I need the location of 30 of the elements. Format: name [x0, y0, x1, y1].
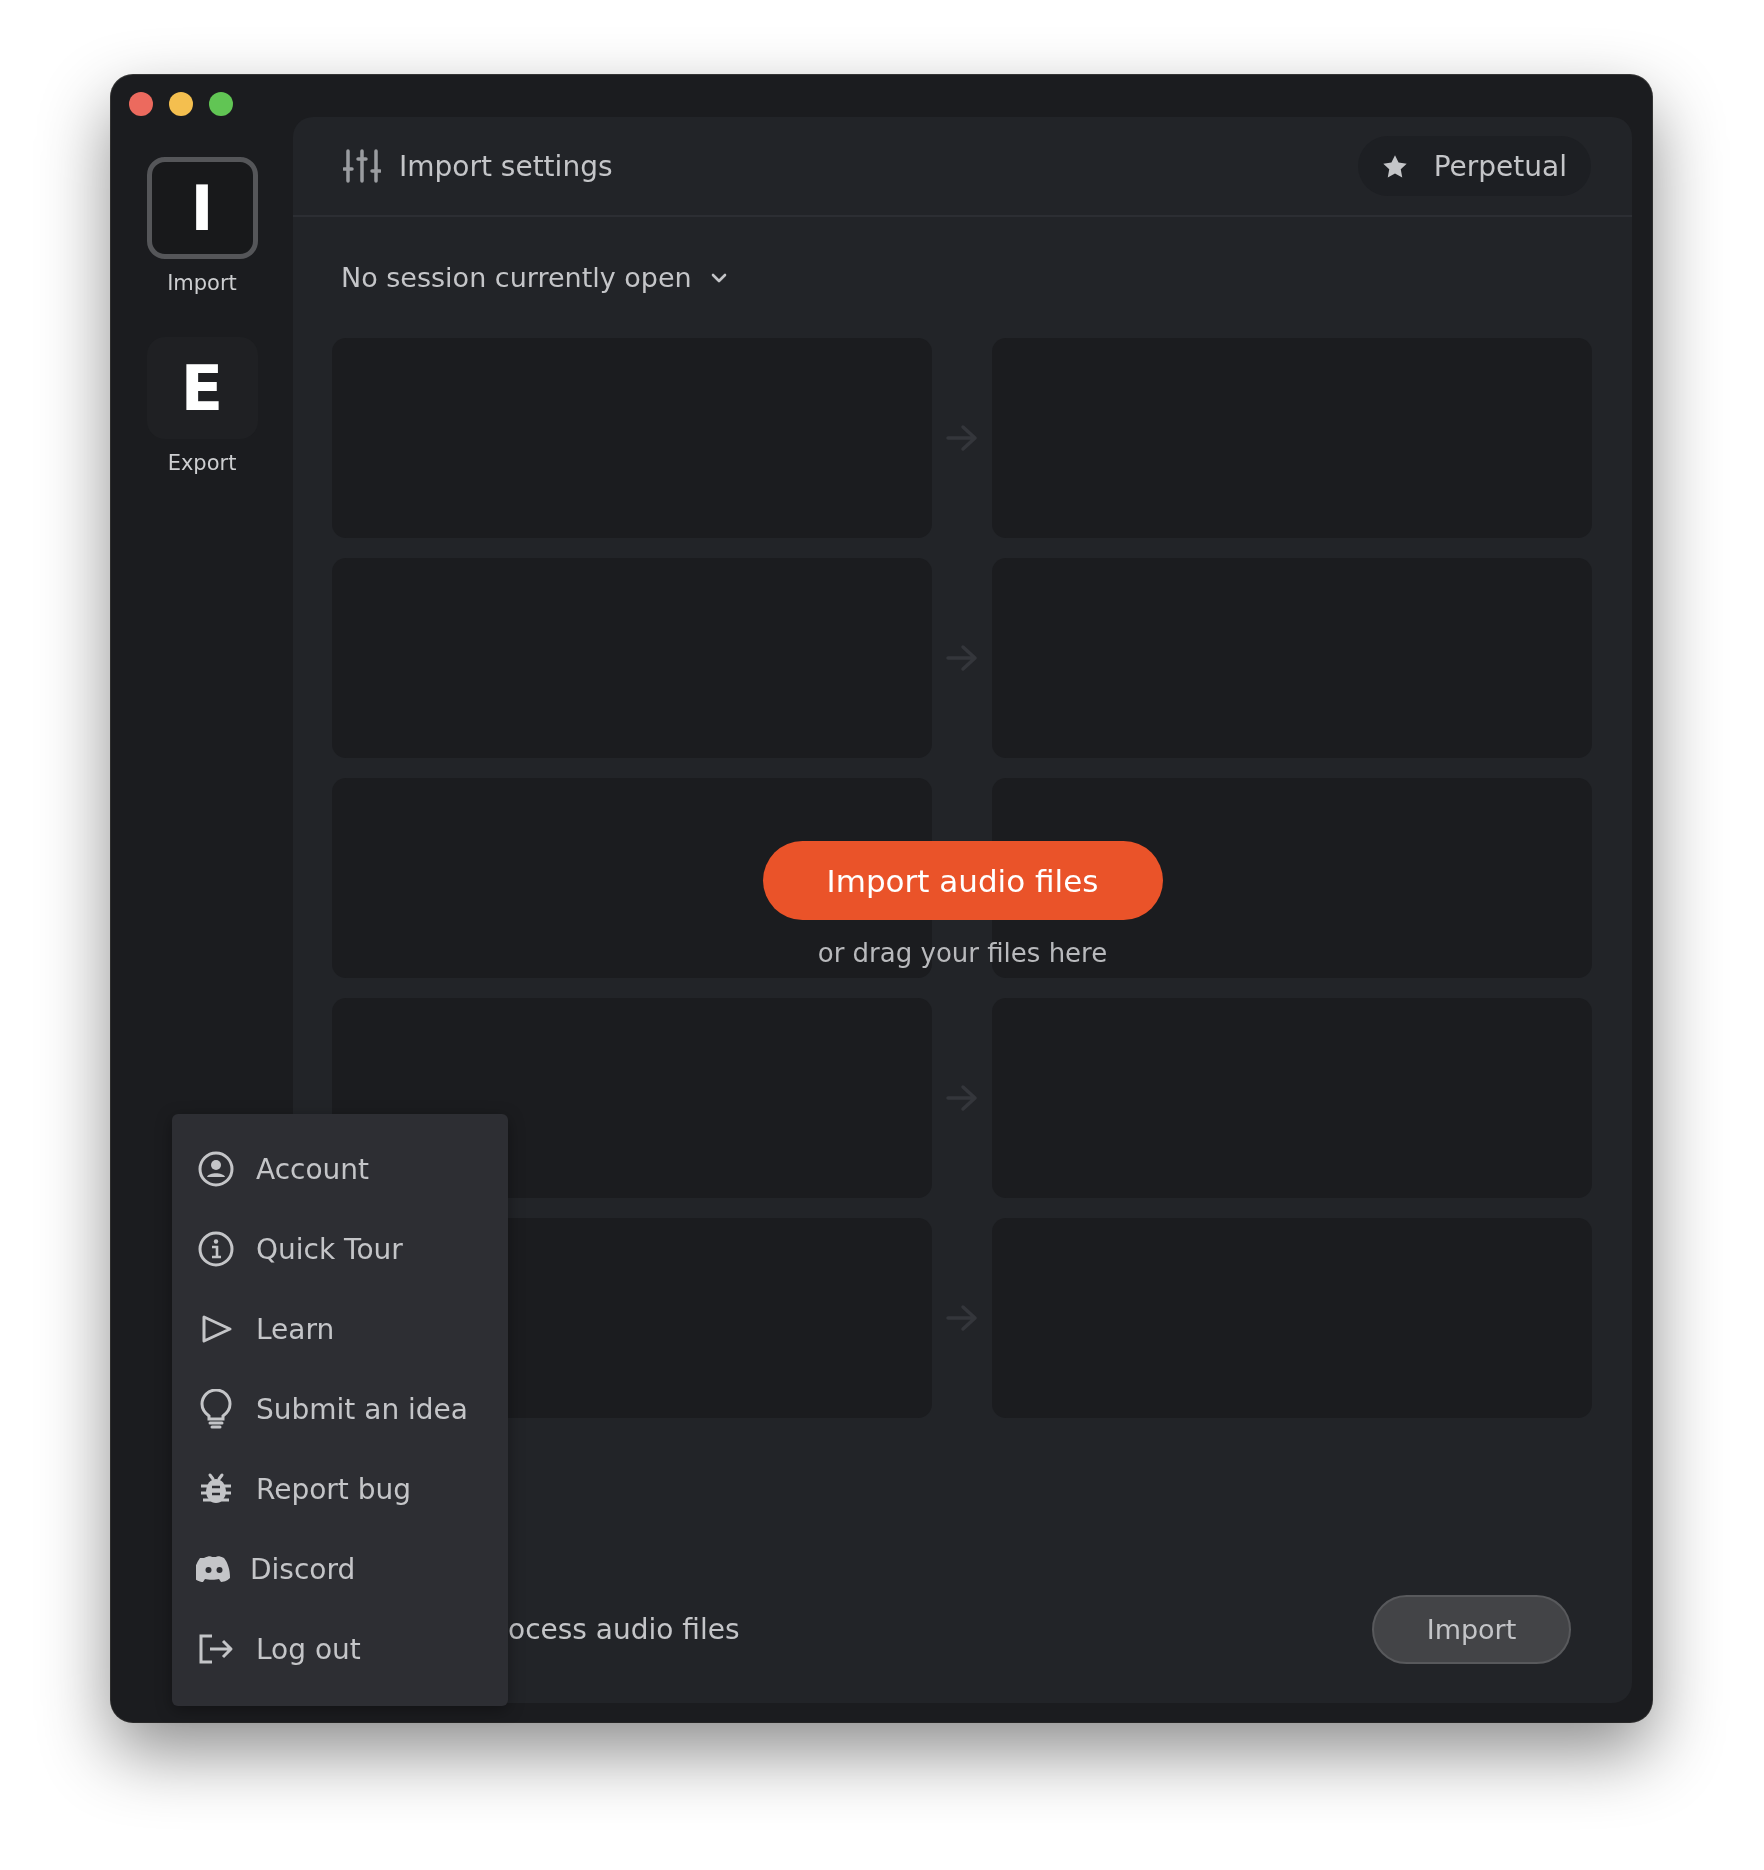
- menu-item[interactable]: Report bug: [172, 1449, 508, 1529]
- import-button[interactable]: Import: [1372, 1595, 1571, 1664]
- logout-icon: [198, 1633, 234, 1665]
- chevron-down-icon: [709, 271, 728, 284]
- window-button[interactable]: [209, 92, 233, 116]
- sliders-icon: [343, 149, 381, 183]
- star-icon: [1381, 153, 1408, 179]
- menu-item[interactable]: Quick Tour: [172, 1209, 508, 1289]
- mode-label: Import: [167, 271, 237, 295]
- panel-title: Import settings: [399, 149, 613, 183]
- plan-label: Perpetual: [1433, 149, 1567, 183]
- menu-item[interactable]: Submit an idea: [172, 1369, 508, 1449]
- menu-item[interactable]: Discord: [172, 1529, 508, 1609]
- session-dropdown[interactable]: No session currently open: [333, 258, 736, 297]
- menu-item[interactable]: Log out: [172, 1609, 508, 1689]
- info-icon: [198, 1231, 234, 1267]
- footer-text: ocess audio files: [508, 1612, 740, 1648]
- menu-item[interactable]: Learn: [172, 1289, 508, 1369]
- window-button[interactable]: [129, 92, 153, 116]
- user-icon: [198, 1151, 234, 1187]
- lightbulb-icon: [198, 1389, 234, 1429]
- menu-item[interactable]: Account: [172, 1129, 508, 1209]
- window-button[interactable]: [169, 92, 193, 116]
- drop-hint: or drag your files here: [817, 938, 1108, 968]
- mode-tile[interactable]: I: [146, 157, 258, 259]
- mode-tile[interactable]: E: [146, 337, 258, 439]
- mode-label: Export: [167, 451, 237, 475]
- gamepad-icon: [196, 1555, 232, 1583]
- bug-icon: [198, 1472, 234, 1506]
- import-audio-button[interactable]: Import audio files: [762, 841, 1163, 920]
